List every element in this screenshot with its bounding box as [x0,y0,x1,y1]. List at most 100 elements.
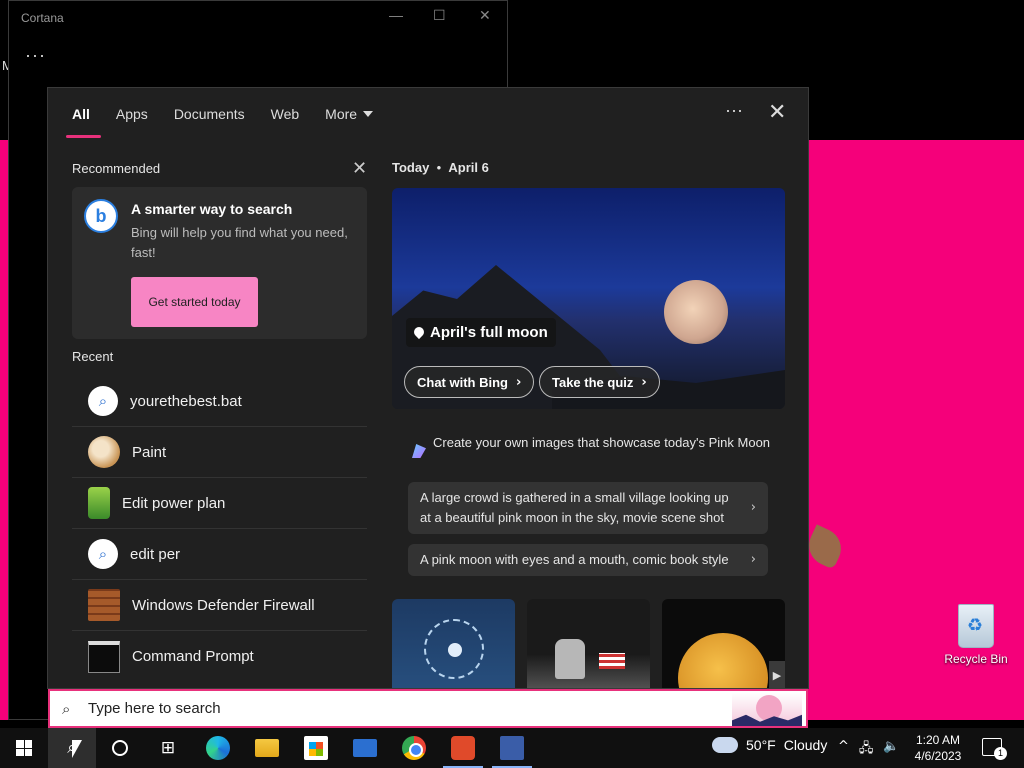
cortana-button[interactable] [96,728,144,768]
weather-temp: 50°F [746,737,776,753]
moon-landing-thumbnail[interactable] [527,599,650,688]
bing-card-title: A smarter way to search [131,201,293,217]
task-view-icon: ⊞ [160,738,176,758]
folder-icon [255,739,279,757]
recent-item-label: edit per [130,545,181,563]
notification-center-button[interactable]: 1 [982,738,1007,760]
tab-documents-label: Documents [173,106,245,122]
recent-item-paint[interactable]: Paint [72,427,367,478]
chrome-taskbar-button[interactable] [390,728,438,768]
bing-card-description: Bing will help you find what you need, f… [131,225,348,260]
recent-item-firewall[interactable]: Windows Defender Firewall [72,580,367,631]
taskbar-search-box[interactable]: ⌕ [48,689,808,728]
tab-all[interactable]: All [66,106,101,138]
today-separator: • [436,160,442,175]
search-highlight-art[interactable] [732,693,802,726]
get-started-button[interactable]: Get started today [131,277,258,327]
image-prompt-suggestion[interactable]: A pink moon with eyes and a mouth, comic… [408,544,768,576]
search-tabs: All Apps Documents Web More [66,106,399,138]
recent-item-edit-per[interactable]: ⌕ edit per [72,529,367,580]
firewall-icon [88,589,120,621]
recent-item-label: Paint [132,443,167,461]
chevron-down-icon [363,111,374,117]
chevron-right-icon: › [750,500,756,515]
chat-with-bing-button[interactable]: Chat with Bing › [404,366,535,398]
power-app-taskbar-button[interactable] [439,728,487,768]
today-heading: Today • April 6 [392,160,489,175]
windows-logo-icon [16,740,32,756]
notification-badge: 1 [994,747,1007,760]
calculator-taskbar-button[interactable] [488,728,536,768]
maximize-button[interactable]: ☐ [433,7,446,24]
image-prompt-suggestion[interactable]: A large crowd is gathered in a small vil… [408,482,768,534]
chrome-icon [402,736,426,760]
chevron-right-icon: › [750,552,756,567]
bing-recommendation-card: b A smarter way to search Bing will help… [72,187,367,339]
hero-moon [664,280,728,344]
file-explorer-taskbar-button[interactable] [243,728,291,768]
cortana-menu-button[interactable]: ··· [25,45,46,66]
network-icon[interactable]: 🖧 [859,739,874,761]
today-date: April 6 [448,160,489,175]
search-input[interactable] [88,700,688,717]
system-tray: ^ 🖧 🔈 [838,739,900,761]
chevron-up-icon[interactable]: ^ [838,739,849,761]
bing-logo-icon: b [84,199,118,233]
volume-icon[interactable]: 🔈 [883,739,899,761]
recent-item-edit-power-plan[interactable]: Edit power plan [72,478,367,529]
tab-web-label: Web [270,106,300,122]
battery-icon [88,487,110,519]
moon-shape [678,633,768,688]
panel-more-options-button[interactable]: ··· [725,100,743,121]
astronaut [555,639,585,679]
close-window-button[interactable]: ✕ [479,7,491,24]
recent-item-label: Command Prompt [132,648,254,665]
take-the-quiz-button[interactable]: Take the quiz › [539,366,660,398]
zodiac-thumbnail[interactable] [392,599,515,688]
taskbar-clock[interactable]: 1:20 AM 4/6/2023 [906,732,970,764]
search-icon: ⌕ [62,699,71,718]
clock-time: 1:20 AM [915,733,961,747]
store-icon [304,736,328,760]
edge-taskbar-button[interactable] [194,728,242,768]
chevron-right-icon: › [641,374,647,390]
hero-caption[interactable]: April's full moon [406,318,556,347]
recent-item-yourethebest[interactable]: ⌕ yourethebest.bat [72,376,367,427]
create-images-heading: Create your own images that showcase tod… [433,435,771,450]
search-icon: ⌕ [88,539,118,569]
recent-item-label: yourethebest.bat [130,392,242,410]
recent-item-command-prompt[interactable]: Command Prompt [72,631,367,682]
start-button[interactable] [0,728,48,768]
recent-item-label: Windows Defender Firewall [132,596,315,614]
minimize-button[interactable]: — [389,7,403,23]
mouse-cursor-icon [72,740,82,758]
mail-icon [353,739,377,757]
mail-taskbar-button[interactable] [341,728,389,768]
weather-desc: Cloudy [783,737,828,753]
tab-apps-label: Apps [115,106,148,122]
tab-more[interactable]: More [325,106,374,122]
full-moon-hero-card[interactable]: April's full moon Chat with Bing › Take … [392,188,785,409]
taskbar: ⌕ ⊞ 50°F Cloudy ^ 🖧 🔈 1:20 AM 4/6/2023 1 [0,728,1024,768]
recycle-bin-shortcut[interactable]: Recycle Bin [940,600,1012,666]
weather-widget[interactable]: 50°F Cloudy [712,737,827,753]
image-prompt-text: A pink moon with eyes and a mouth, comic… [420,552,729,567]
location-pin-icon [411,324,427,340]
recommended-dismiss-button[interactable]: ✕ [352,158,367,179]
recent-heading: Recent [72,349,114,364]
calculator-icon [500,736,524,760]
tab-documents[interactable]: Documents [174,106,245,122]
flag [599,653,625,669]
panel-close-button[interactable]: ✕ [768,100,786,125]
task-view-button[interactable]: ⊞ [144,728,192,768]
hero-caption-text: April's full moon [430,324,548,341]
zodiac-wheel [424,619,484,679]
moon-thumbnail[interactable] [662,599,785,688]
tab-apps[interactable]: Apps [116,106,148,122]
image-thumbnails: ▶ [392,599,785,688]
take-the-quiz-label: Take the quiz [552,374,634,390]
tab-web[interactable]: Web [271,106,300,122]
thumbnails-next-button[interactable]: ▶ [769,661,785,688]
store-taskbar-button[interactable] [292,728,340,768]
recent-item-label: Edit power plan [122,494,226,512]
